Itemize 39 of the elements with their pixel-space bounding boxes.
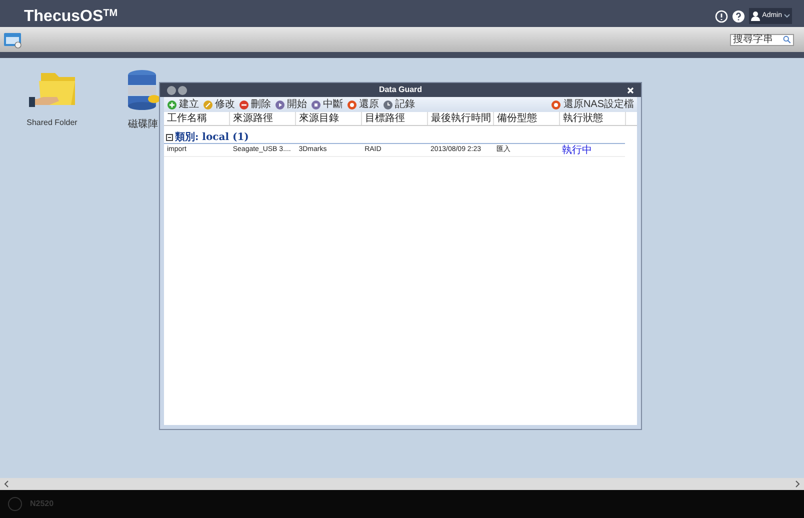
column-header[interactable]: 來源目錄	[296, 112, 362, 125]
toolbar-button[interactable]: 修改	[203, 100, 235, 110]
database-icon[interactable]	[126, 69, 160, 111]
column-header[interactable]: 來源路徑	[230, 112, 296, 125]
help-icon[interactable]	[732, 10, 746, 22]
column-header[interactable]: 目標路徑	[362, 112, 428, 125]
scroll-right-icon[interactable]	[795, 480, 800, 488]
column-header[interactable]: 最後執行時間	[428, 112, 494, 125]
pause-icon	[311, 100, 321, 110]
window-title: Data Guard	[378, 84, 422, 96]
desktop-icon-label[interactable]: 磁碟陣	[128, 117, 158, 132]
toolbar-button[interactable]: 建立	[167, 100, 199, 110]
user-icon	[751, 11, 760, 21]
calendar-app-icon[interactable]	[3, 30, 23, 48]
restore-config-button[interactable]: 還原NAS設定檔	[551, 100, 634, 110]
column-header[interactable]: 工作名稱	[164, 112, 230, 125]
column-header[interactable]: 執行狀態	[560, 112, 626, 125]
toolbar-button[interactable]: 刪除	[239, 100, 271, 110]
chevron-down-icon	[784, 14, 790, 18]
minus-icon	[239, 100, 249, 110]
os-title: ThecusOS$^{TM}$	[24, 9, 118, 25]
group-label: 類別: local (1)	[175, 130, 249, 145]
pencil-icon	[203, 100, 213, 110]
search-icon[interactable]	[783, 35, 791, 44]
scroll-left-icon[interactable]	[4, 480, 9, 488]
toolbar-button[interactable]: 中斷	[311, 100, 343, 110]
column-header[interactable]: 備份型態	[494, 112, 560, 125]
close-icon[interactable]	[627, 86, 634, 94]
status-cell-text: 執行中	[561, 144, 594, 158]
plus-icon	[167, 100, 177, 110]
play-icon	[275, 100, 285, 110]
toolbar-button[interactable]: 記錄	[383, 100, 415, 110]
desktop-icon-label[interactable]: Shared Folder	[26, 117, 78, 129]
toolbar-button[interactable]: 開始	[275, 100, 307, 110]
clock-icon	[383, 100, 393, 110]
toolbar-button[interactable]: 還原	[347, 100, 379, 110]
collapse-icon[interactable]	[166, 134, 173, 141]
horizontal-scrollbar[interactable]	[0, 478, 804, 490]
alert-icon[interactable]	[715, 10, 728, 22]
